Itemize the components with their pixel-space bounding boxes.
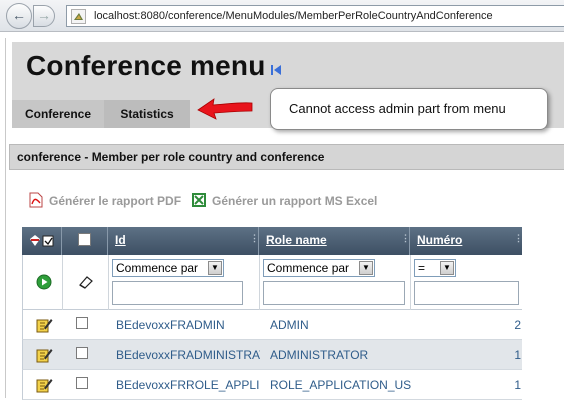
cell-id[interactable]: BEdevoxxFRROLE_APPLICATION_USER bbox=[109, 370, 260, 400]
collapse-first-icon[interactable] bbox=[270, 64, 282, 76]
application-frame: Conference menu Conference Statistics Ca… bbox=[5, 38, 564, 400]
resize-grip-icon[interactable]: ⋮ bbox=[401, 234, 410, 246]
role-filter-operator[interactable]: Commence par ▼ bbox=[263, 259, 375, 277]
address-bar[interactable]: localhost:8080/conference/MenuModules/Me… bbox=[66, 5, 564, 27]
row-checkbox[interactable] bbox=[76, 317, 88, 329]
back-arrow-icon[interactable]: ← bbox=[6, 3, 32, 29]
chevron-down-icon[interactable]: ▼ bbox=[440, 261, 454, 275]
filter-apply-cell bbox=[23, 255, 63, 310]
cell-numero[interactable]: 1 bbox=[411, 370, 523, 400]
filter-row: Commence par ▼ Commence par ▼ = ▼ bbox=[22, 255, 522, 310]
red-arrow-icon bbox=[197, 98, 253, 120]
edit-icon[interactable] bbox=[36, 377, 53, 393]
column-header-numero[interactable]: Numéro ⋮ bbox=[410, 227, 523, 255]
report-links: Générer le rapport PDF Générer un rappor… bbox=[28, 192, 558, 210]
column-numero-label[interactable]: Numéro bbox=[410, 233, 462, 247]
forward-arrow-icon[interactable]: → bbox=[33, 5, 55, 27]
id-filter-operator-value: Commence par bbox=[116, 261, 199, 275]
cell-role[interactable]: ADMINISTRATOR bbox=[260, 340, 411, 370]
grid-header: Id ⋮ Role name ⋮ Numéro ⋮ bbox=[22, 227, 523, 255]
url-text[interactable]: localhost:8080/conference/MenuModules/Me… bbox=[94, 10, 493, 22]
row-edit-cell bbox=[23, 310, 63, 340]
apply-filter-icon[interactable] bbox=[36, 274, 52, 290]
pdf-icon bbox=[29, 192, 43, 208]
members-grid: Id ⋮ Role name ⋮ Numéro ⋮ Commence par ▼… bbox=[22, 227, 523, 400]
chevron-down-icon[interactable]: ▼ bbox=[208, 261, 222, 275]
column-chooser-icon[interactable] bbox=[29, 233, 55, 249]
resize-grip-icon[interactable]: ⋮ bbox=[514, 234, 523, 246]
row-checkbox[interactable] bbox=[76, 377, 88, 389]
row-checkbox[interactable] bbox=[76, 347, 88, 359]
cell-id[interactable]: BEdevoxxFRADMIN bbox=[109, 310, 260, 340]
eraser-icon[interactable] bbox=[77, 275, 94, 290]
header-select-all-cell bbox=[62, 227, 108, 255]
role-filter-input[interactable] bbox=[263, 281, 405, 305]
column-id-label[interactable]: Id bbox=[108, 233, 126, 247]
page-title: Conference menu bbox=[26, 50, 266, 81]
id-filter-operator[interactable]: Commence par ▼ bbox=[112, 259, 224, 277]
main-menu-bar: Conference Statistics bbox=[12, 100, 190, 128]
favicon-icon bbox=[71, 9, 86, 24]
pdf-link-label: Générer le rapport PDF bbox=[49, 194, 182, 208]
filter-id-cell: Commence par ▼ bbox=[109, 255, 260, 310]
table-row: BEdevoxxFRADMINISTRATOR ADMINISTRATOR 1 bbox=[22, 340, 522, 370]
filter-numero-cell: = ▼ bbox=[411, 255, 523, 310]
row-select-cell bbox=[63, 310, 109, 340]
browser-toolbar: ← → localhost:8080/conference/MenuModule… bbox=[0, 0, 564, 32]
annotation-callout: Cannot access admin part from menu bbox=[270, 88, 548, 130]
cell-role[interactable]: ROLE_APPLICATION_USER bbox=[260, 370, 411, 400]
excel-icon bbox=[192, 193, 206, 207]
cell-role[interactable]: ADMIN bbox=[260, 310, 411, 340]
edit-icon[interactable] bbox=[36, 347, 53, 363]
numero-filter-operator-value: = bbox=[418, 261, 426, 275]
row-select-cell bbox=[63, 370, 109, 400]
cell-numero[interactable]: 2 bbox=[411, 310, 523, 340]
id-filter-input[interactable] bbox=[112, 281, 243, 305]
resize-grip-icon[interactable]: ⋮ bbox=[250, 234, 259, 246]
menu-item-statistics[interactable]: Statistics bbox=[104, 100, 190, 128]
table-row: BEdevoxxFRROLE_APPLICATION_USER ROLE_APP… bbox=[22, 370, 522, 400]
row-edit-cell bbox=[23, 340, 63, 370]
cell-id[interactable]: BEdevoxxFRADMINISTRATOR bbox=[109, 340, 260, 370]
edit-icon[interactable] bbox=[36, 317, 53, 333]
row-edit-cell bbox=[23, 370, 63, 400]
select-all-checkbox[interactable] bbox=[78, 233, 91, 246]
cell-numero[interactable]: 1 bbox=[411, 340, 523, 370]
section-title: conference - Member per role country and… bbox=[9, 144, 564, 170]
header-actions-cell bbox=[22, 227, 62, 255]
column-header-role[interactable]: Role name ⋮ bbox=[259, 227, 410, 255]
column-role-label[interactable]: Role name bbox=[259, 233, 327, 247]
excel-link-label: Générer un rapport MS Excel bbox=[212, 194, 378, 208]
role-filter-operator-value: Commence par bbox=[267, 261, 350, 275]
column-header-id[interactable]: Id ⋮ bbox=[108, 227, 259, 255]
numero-filter-input[interactable] bbox=[414, 281, 519, 305]
filter-clear-cell bbox=[63, 255, 109, 310]
table-row: BEdevoxxFRADMIN ADMIN 2 bbox=[22, 310, 522, 340]
chevron-down-icon[interactable]: ▼ bbox=[359, 261, 373, 275]
menu-item-conference[interactable]: Conference bbox=[12, 100, 104, 128]
numero-filter-operator[interactable]: = ▼ bbox=[414, 259, 456, 277]
filter-role-cell: Commence par ▼ bbox=[260, 255, 411, 310]
row-select-cell bbox=[63, 340, 109, 370]
